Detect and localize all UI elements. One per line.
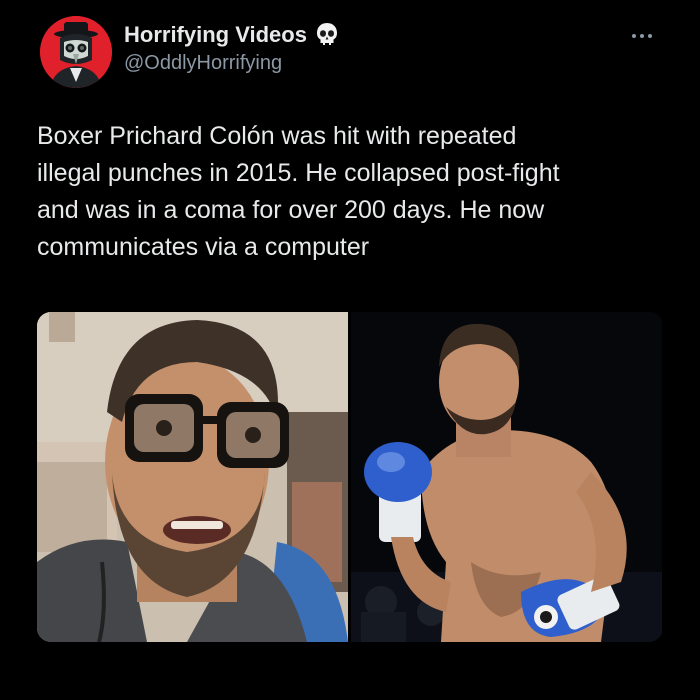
tweet-text: Boxer Prichard Colón was hit with repeat… — [37, 122, 560, 261]
media-grid — [37, 312, 663, 642]
media-photo-right[interactable] — [351, 312, 662, 642]
author-name-row: Horrifying Videos — [124, 20, 339, 50]
tweet: Horrifying Videos @OddlyHorrifying Boxer… — [0, 0, 700, 700]
plague-doctor-avatar-icon — [40, 16, 112, 88]
author-display-name[interactable]: Horrifying Videos — [124, 22, 307, 48]
author-handle[interactable]: @OddlyHorrifying — [124, 52, 339, 75]
author-avatar[interactable] — [40, 16, 112, 88]
more-dots-icon — [632, 34, 652, 38]
skull-emoji-icon — [315, 22, 339, 48]
media-photo-left[interactable] — [37, 312, 348, 642]
more-options-button[interactable] — [622, 24, 662, 48]
author-info: Horrifying Videos @OddlyHorrifying — [124, 20, 339, 75]
